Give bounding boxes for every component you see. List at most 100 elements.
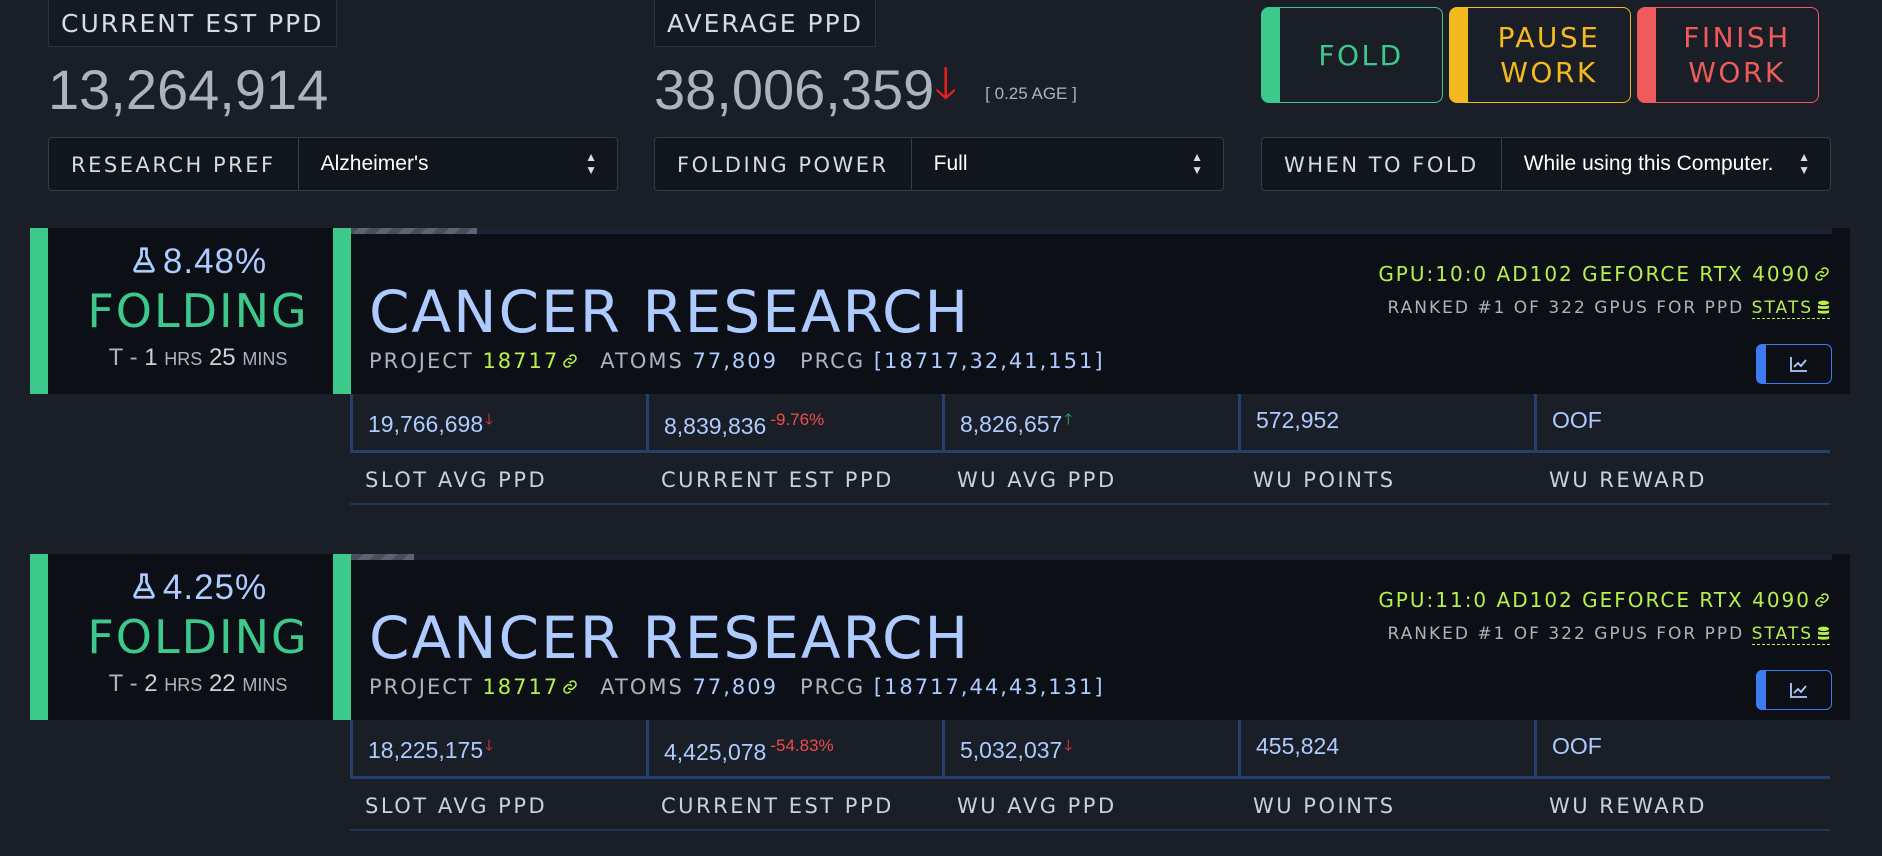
chart-button[interactable] [1756,670,1832,710]
research-title: CANCER RESEARCH [369,278,971,346]
slot-main-panel: CANCER RESEARCH PROJECT 18717 ATOMS 77,80… [333,228,1850,394]
current-est-ppd-cell: 8,839,836 -9.76% [646,394,942,450]
folding-power-value: Full [933,152,968,175]
pause-work-button[interactable]: PAUSE WORK [1449,7,1631,103]
arrow-down-icon: 🡓 [1064,737,1073,754]
flask-icon [133,573,155,599]
average-ppd-label: AVERAGE PPD [654,0,876,47]
arrow-down-icon: 🡓 [485,737,493,754]
line-chart-icon [1789,357,1807,372]
slot-meta: PROJECT 18717 ATOMS 77,809 PRCG [18717,32,… [369,349,1105,373]
arrow-down-icon: 🡓 [934,59,958,108]
wu-avg-ppd-value: 8,826,657 🡑 [942,394,1238,450]
slot-status-panel: 4.25% FOLDING T - 2 HRS 22 MINS [30,554,348,720]
research-pref-select[interactable]: Alzheimer's ▲ ▼ [299,138,617,190]
select-caret-icon: ▲ ▼ [1191,150,1203,177]
average-age: [ 0.25 AGE ] [985,84,1077,104]
wu-points-value: 572,952 [1238,394,1534,450]
current-est-change: -9.76% [770,410,825,429]
pause-work-label: PAUSE WORK [1497,21,1601,89]
wu-avg-ppd-label: WU AVG PPD [957,794,1117,818]
current-est-ppd-cell: 4,425,078 -54.83% [646,720,942,776]
wu-reward-value: OOF [1534,720,1830,776]
when-to-fold-select[interactable]: While using this Computer. ▲ ▼ [1502,138,1830,190]
select-caret-icon: ▲ ▼ [1798,150,1810,177]
slot-avg-ppd-value: 19,766,698 🡓 [350,394,646,450]
database-icon [1817,626,1830,640]
when-to-fold-value: While using this Computer. [1523,152,1774,175]
fold-button[interactable]: FOLD [1261,7,1443,103]
slot-metrics: 19,766,698 🡓 8,839,836 -9.76% 8,826,657 🡑 5… [350,394,1830,505]
finish-work-label: FINISH WORK [1683,21,1791,89]
folding-power-control: FOLDING POWER Full ▲ ▼ [654,137,1224,191]
slot-progress: 4.25% [48,568,348,608]
metrics-values-row: 19,766,698 🡓 8,839,836 -9.76% 8,826,657 🡑 5… [350,394,1830,453]
slot-avg-ppd-label: SLOT AVG PPD [365,794,548,818]
research-pref-control: RESEARCH PREF Alzheimer's ▲ ▼ [48,137,618,191]
wu-reward-label: WU REWARD [1549,468,1707,492]
slot-progress-value: 4.25% [162,568,268,607]
slot-progress-bar-fill [351,554,414,560]
gpu-rank: RANKED #1 OF 322 GPUS FOR PPD STATS [1387,624,1830,645]
when-to-fold-control: WHEN TO FOLD While using this Computer. … [1261,137,1831,191]
chart-button[interactable] [1756,344,1832,384]
average-ppd-stat: AVERAGE PPD 38,006,359🡓 [ 0.25 AGE ] [654,0,1077,132]
when-to-fold-label: WHEN TO FOLD [1262,138,1502,190]
slot-progress-bar [351,228,1832,234]
wu-avg-ppd-value: 5,032,037 🡓 [942,720,1238,776]
metrics-labels-row: SLOT AVG PPD CURRENT EST PPD WU AVG PPD … [350,779,1830,831]
link-icon [1815,593,1829,607]
slot-metrics: 18,225,175 🡓 4,425,078 -54.83% 5,032,037 🡓 … [350,720,1830,831]
slot-eta: T - 2 HRS 22 MINS [108,670,288,697]
current-est-change: -54.83% [770,736,834,755]
slot-progress-value: 8.48% [162,242,268,281]
select-caret-icon: ▲ ▼ [585,150,597,177]
average-ppd-value: 38,006,359 [654,58,935,121]
slot-avg-ppd-label: SLOT AVG PPD [365,468,548,492]
research-title: CANCER RESEARCH [369,604,971,672]
metrics-values-row: 18,225,175 🡓 4,425,078 -54.83% 5,032,037 🡓 … [350,720,1830,779]
metrics-labels-row: SLOT AVG PPD CURRENT EST PPD WU AVG PPD … [350,453,1830,505]
average-ppd-row: 38,006,359🡓 [ 0.25 AGE ] [654,57,1077,132]
database-icon [1817,300,1830,314]
wu-points-label: WU POINTS [1253,468,1396,492]
slot-progress-bar [351,554,1832,560]
finish-work-button[interactable]: FINISH WORK [1637,7,1819,103]
gpu-rank: RANKED #1 OF 322 GPUS FOR PPD STATS [1387,298,1830,319]
wu-points-value: 455,824 [1238,720,1534,776]
project-link[interactable]: 18717 [482,675,578,699]
slot-status-panel: 8.48% FOLDING T - 1 HRS 25 MINS [30,228,348,394]
wu-avg-ppd-label: WU AVG PPD [957,468,1117,492]
link-icon [563,354,577,368]
flask-icon [133,247,155,273]
gpu-link[interactable]: GPU:10:0 AD102 GEFORCE RTX 4090 [1378,262,1830,286]
slot-avg-ppd-value: 18,225,175 🡓 [350,720,646,776]
wu-reward-label: WU REWARD [1549,794,1707,818]
gpu-link[interactable]: GPU:11:0 AD102 GEFORCE RTX 4090 [1378,588,1830,612]
research-pref-value: Alzheimer's [320,152,429,175]
stats-link[interactable]: STATS [1751,298,1830,319]
arrow-down-icon: 🡓 [485,411,493,428]
slot-main-panel: CANCER RESEARCH PROJECT 18717 ATOMS 77,80… [333,554,1850,720]
slot-state: FOLDING [87,284,309,338]
research-pref-label: RESEARCH PREF [49,138,299,190]
current-est-ppd-stat: CURRENT EST PPD 13,264,914 [48,0,337,122]
slot-eta: T - 1 HRS 25 MINS [108,344,288,371]
line-chart-icon [1789,683,1807,698]
wu-reward-value: OOF [1534,394,1830,450]
project-link[interactable]: 18717 [482,349,578,373]
link-icon [1815,267,1829,281]
current-est-ppd-label: CURRENT EST PPD [661,794,894,818]
folding-power-select[interactable]: Full ▲ ▼ [912,138,1223,190]
current-est-ppd-value: 13,264,914 [48,58,329,121]
arrow-up-icon: 🡑 [1064,411,1073,428]
current-est-ppd-label: CURRENT EST PPD [48,0,337,47]
slot-meta: PROJECT 18717 ATOMS 77,809 PRCG [18717,44,… [369,675,1105,699]
stats-link[interactable]: STATS [1751,624,1830,645]
slot-state: FOLDING [87,610,309,664]
link-icon [563,680,577,694]
fold-button-label: FOLD [1318,38,1404,72]
slot-progress-bar-fill [351,228,477,234]
wu-points-label: WU POINTS [1253,794,1396,818]
folding-power-label: FOLDING POWER [655,138,912,190]
